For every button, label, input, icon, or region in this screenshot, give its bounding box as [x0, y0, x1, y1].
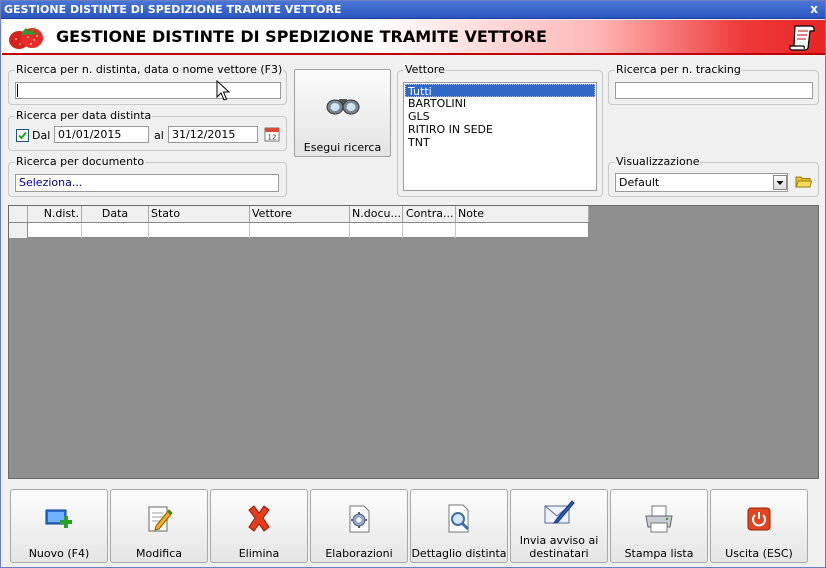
- exit-button[interactable]: Uscita (ESC): [710, 489, 808, 563]
- search-text-input[interactable]: [15, 82, 281, 99]
- search-date-label: Ricerca per data distinta: [15, 109, 153, 122]
- text-caret: [17, 84, 18, 97]
- print-button[interactable]: Stampa lista: [610, 489, 708, 563]
- delete-button-label: Elimina: [238, 547, 280, 560]
- calendar-icon[interactable]: 12: [264, 126, 280, 142]
- window-title: GESTIONE DISTINTE DI SPEDIZIONE TRAMITE …: [4, 3, 342, 16]
- delete-icon: [248, 505, 270, 532]
- carrier-item[interactable]: GLS: [405, 110, 595, 123]
- edit-button-label: Modifica: [136, 547, 182, 560]
- tracking-group: Ricerca per n. tracking: [608, 63, 819, 105]
- column-header[interactable]: Contra...: [403, 206, 456, 222]
- action-toolbar: Nuovo (F4) Modifica Elimina Elaborazioni…: [2, 485, 825, 567]
- table-cell[interactable]: [28, 223, 82, 238]
- search-text-label: Ricerca per n. distinta, data o nome vet…: [15, 63, 284, 76]
- column-header[interactable]: Vettore: [250, 206, 350, 222]
- send-notice-icon: [544, 500, 575, 524]
- process-button-label: Elaborazioni: [325, 547, 393, 560]
- column-header[interactable]: Stato: [149, 206, 250, 222]
- carrier-item[interactable]: TNT: [405, 136, 595, 149]
- grid-header: N.dist. Data Stato Vettore N.docu... Con…: [9, 206, 589, 223]
- detail-button-label: Dettaglio distinta: [411, 547, 507, 560]
- date-to-label: al: [154, 129, 164, 142]
- grid-corner: [9, 206, 28, 222]
- column-header[interactable]: N.dist.: [28, 206, 82, 222]
- svg-text:12: 12: [268, 134, 277, 142]
- tracking-label: Ricerca per n. tracking: [615, 63, 742, 76]
- carrier-item[interactable]: Tutti: [405, 84, 595, 98]
- close-icon[interactable]: x: [810, 2, 818, 16]
- detail-icon: [448, 504, 470, 533]
- tracking-input[interactable]: [615, 82, 813, 99]
- table-cell[interactable]: [456, 223, 589, 238]
- carrier-label: Vettore: [404, 63, 446, 76]
- column-header[interactable]: N.docu...: [350, 206, 403, 222]
- exit-button-label: Uscita (ESC): [725, 547, 793, 560]
- document-select[interactable]: Seleziona...: [15, 174, 279, 192]
- title-bar: GESTIONE DISTINTE DI SPEDIZIONE TRAMITE …: [1, 1, 825, 19]
- date-filter-checkbox[interactable]: [16, 129, 29, 142]
- detail-button[interactable]: Dettaglio distinta: [410, 489, 508, 563]
- folder-icon[interactable]: [795, 174, 812, 189]
- print-button-label: Stampa lista: [624, 547, 694, 560]
- edit-button[interactable]: Modifica: [110, 489, 208, 563]
- carrier-listbox[interactable]: Tutti BARTOLINI GLS RITIRO IN SEDE TNT: [403, 82, 597, 191]
- carrier-group: Vettore Tutti BARTOLINI GLS RITIRO IN SE…: [397, 63, 603, 197]
- strawberry-logo-icon: [9, 27, 43, 49]
- edit-icon: [148, 506, 173, 532]
- new-button[interactable]: Nuovo (F4): [10, 489, 108, 563]
- carrier-item[interactable]: BARTOLINI: [405, 97, 595, 110]
- table-cell[interactable]: [149, 223, 250, 238]
- view-label: Visualizzazione: [615, 155, 701, 168]
- send-notice-button-label: Invia avviso ai destinatari: [519, 534, 599, 560]
- search-document-label: Ricerca per documento: [15, 155, 146, 168]
- date-to-input[interactable]: 31/12/2015: [168, 126, 258, 143]
- table-cell[interactable]: [82, 223, 149, 238]
- run-search-label: Esegui ricerca: [303, 141, 382, 154]
- mouse-cursor-icon: [216, 80, 230, 101]
- binoculars-icon: [326, 99, 360, 115]
- print-icon: [645, 505, 673, 533]
- search-text-group: Ricerca per n. distinta, data o nome vet…: [8, 63, 287, 105]
- table-row[interactable]: [9, 223, 589, 238]
- date-from-input[interactable]: 01/01/2015: [54, 126, 149, 143]
- row-selector[interactable]: [9, 223, 28, 238]
- main-window: GESTIONE DISTINTE DI SPEDIZIONE TRAMITE …: [0, 0, 826, 568]
- delete-button[interactable]: Elimina: [210, 489, 308, 563]
- page-title: GESTIONE DISTINTE DI SPEDIZIONE TRAMITE …: [56, 27, 547, 46]
- date-from-label: Dal: [32, 129, 51, 142]
- process-icon: [349, 505, 370, 533]
- new-button-label: Nuovo (F4): [28, 547, 90, 560]
- checkmark-icon: [18, 131, 27, 140]
- column-header[interactable]: Data: [82, 206, 149, 222]
- table-cell[interactable]: [350, 223, 403, 238]
- page-header: GESTIONE DISTINTE DI SPEDIZIONE TRAMITE …: [2, 20, 825, 55]
- chevron-down-icon[interactable]: [773, 175, 787, 190]
- view-select[interactable]: Default: [615, 173, 788, 192]
- table-cell[interactable]: [250, 223, 350, 238]
- carrier-item[interactable]: RITIRO IN SEDE: [405, 123, 595, 136]
- send-notice-button[interactable]: Invia avviso ai destinatari: [510, 489, 608, 563]
- table-cell[interactable]: [403, 223, 456, 238]
- new-icon: [45, 509, 72, 528]
- process-button[interactable]: Elaborazioni: [310, 489, 408, 563]
- exit-icon: [747, 507, 771, 531]
- scroll-icon: [789, 25, 815, 51]
- search-document-group: Ricerca per documento Seleziona...: [8, 155, 287, 197]
- view-group: Visualizzazione Default: [608, 155, 819, 197]
- column-header[interactable]: Note: [456, 206, 589, 222]
- search-date-group: Ricerca per data distinta Dal 01/01/2015…: [8, 109, 287, 151]
- run-search-button[interactable]: Esegui ricerca: [294, 69, 391, 157]
- shipments-grid[interactable]: N.dist. Data Stato Vettore N.docu... Con…: [8, 205, 819, 479]
